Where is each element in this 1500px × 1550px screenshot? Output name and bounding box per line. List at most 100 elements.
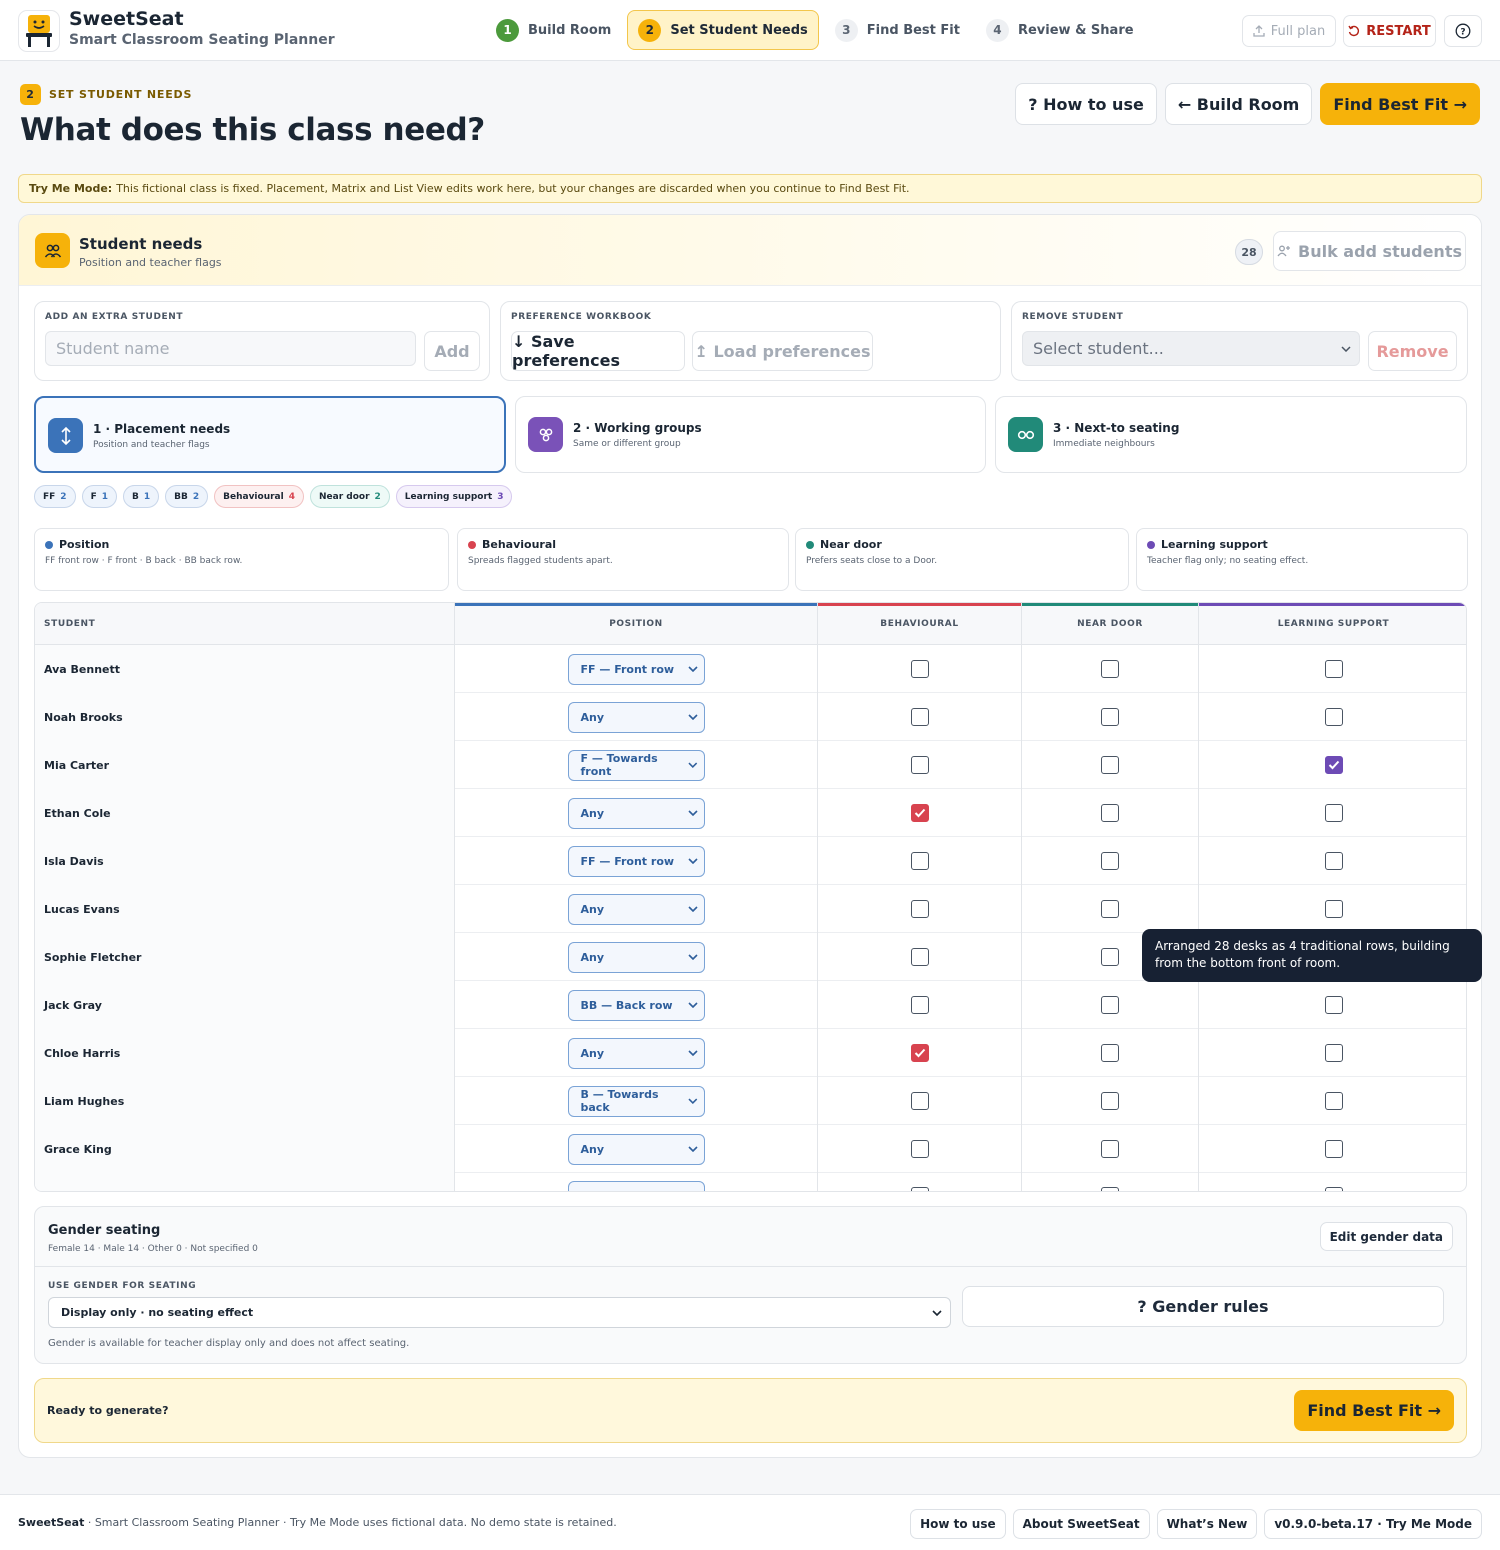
gender-mode-select[interactable]: Display only · no seating effect bbox=[48, 1297, 951, 1328]
chip-learning-support[interactable]: Learning support 3 bbox=[395, 485, 513, 508]
tab-next-to-seating[interactable]: 3 · Next-to seating Immediate neighbours bbox=[995, 396, 1467, 473]
near-door-checkbox[interactable] bbox=[1101, 948, 1119, 966]
student-name-input[interactable]: Student name bbox=[45, 331, 416, 366]
table-row: Ava Bennett FF — Front row bbox=[35, 645, 1466, 693]
learning-support-checkbox[interactable] bbox=[1324, 900, 1343, 918]
help-icon: ? bbox=[1455, 23, 1471, 39]
learning-support-checkbox[interactable] bbox=[1324, 660, 1343, 678]
student-name: Ava Bennett bbox=[35, 645, 454, 693]
step-find-best-fit[interactable]: 3 Find Best Fit bbox=[825, 10, 970, 50]
chip-ff[interactable]: FF 2 bbox=[34, 485, 76, 508]
position-select[interactable]: FF — Front row bbox=[567, 653, 705, 685]
footer-whats-new[interactable]: What’s New bbox=[1156, 1509, 1258, 1539]
arrangement-tooltip: Arranged 28 desks as 4 traditional rows,… bbox=[1142, 929, 1482, 982]
chip-near-door[interactable]: Near door 2 bbox=[309, 485, 390, 508]
chevron-down-icon bbox=[687, 810, 698, 816]
restart-button[interactable]: RESTART bbox=[1343, 15, 1436, 47]
position-select[interactable]: B — Towards back bbox=[567, 1085, 705, 1117]
near-door-checkbox[interactable] bbox=[1101, 900, 1119, 918]
behavioural-checkbox[interactable] bbox=[910, 900, 929, 918]
chip-bb[interactable]: BB 2 bbox=[165, 485, 209, 508]
chip-b[interactable]: B1 bbox=[122, 485, 160, 508]
find-best-fit-button[interactable]: Find Best Fit → bbox=[1320, 83, 1480, 125]
step-review-share[interactable]: 4 Review & Share bbox=[976, 10, 1144, 50]
student-name: Grace King bbox=[35, 1125, 454, 1173]
student-name: Sophie Fletcher bbox=[35, 933, 454, 981]
near-door-checkbox[interactable] bbox=[1101, 804, 1119, 822]
footer-how-to-use[interactable]: How to use bbox=[910, 1509, 1006, 1539]
footer-version[interactable]: v0.9.0-beta.17 · Try Me Mode bbox=[1264, 1509, 1482, 1539]
near-door-checkbox[interactable] bbox=[1101, 756, 1119, 774]
position-select[interactable]: FF — Front row bbox=[567, 845, 705, 877]
chip-behavioural[interactable]: Behavioural 4 bbox=[214, 485, 304, 508]
app-title: SweetSeat bbox=[69, 8, 184, 30]
position-select[interactable]: Any bbox=[567, 1037, 705, 1069]
table-row: Grace King Any bbox=[35, 1125, 1466, 1173]
learning-support-checkbox[interactable] bbox=[1324, 1044, 1343, 1062]
position-select[interactable]: Any bbox=[567, 701, 705, 733]
position-select[interactable]: Any bbox=[567, 797, 705, 829]
near-door-checkbox[interactable] bbox=[1101, 1044, 1119, 1062]
near-door-checkbox[interactable] bbox=[1101, 852, 1119, 870]
full-plan-button[interactable]: Full plan bbox=[1242, 15, 1336, 47]
behavioural-checkbox[interactable] bbox=[910, 1044, 929, 1062]
student-needs-card: Student needs Position and teacher flags… bbox=[18, 214, 1482, 1458]
learning-support-checkbox[interactable] bbox=[1324, 1092, 1343, 1110]
behavioural-checkbox[interactable] bbox=[910, 756, 929, 774]
behavioural-checkbox[interactable] bbox=[910, 708, 929, 726]
near-door-checkbox[interactable] bbox=[1101, 996, 1119, 1014]
near-door-checkbox[interactable] bbox=[1101, 1140, 1119, 1158]
remove-student-button[interactable]: Remove bbox=[1368, 331, 1457, 371]
svg-text:?: ? bbox=[1460, 28, 1465, 38]
learning-support-checkbox[interactable] bbox=[1324, 996, 1343, 1014]
gender-summary: Female 14 · Male 14 · Other 0 · Not spec… bbox=[48, 1244, 258, 1254]
add-users-icon bbox=[1277, 245, 1290, 257]
link-icon bbox=[1008, 417, 1043, 452]
help-button[interactable]: ? bbox=[1444, 15, 1482, 47]
learning-support-checkbox[interactable] bbox=[1324, 756, 1343, 774]
student-count-badge: 28 bbox=[1235, 239, 1263, 265]
save-preferences-button[interactable]: ↓ Save preferences bbox=[511, 331, 685, 371]
table-row: Chloe Harris Any bbox=[35, 1029, 1466, 1077]
behavioural-checkbox[interactable] bbox=[910, 804, 929, 822]
position-select[interactable]: Any bbox=[567, 941, 705, 973]
learning-support-checkbox[interactable] bbox=[1324, 1140, 1343, 1158]
upload-icon bbox=[1253, 25, 1265, 37]
position-select[interactable]: Any bbox=[567, 893, 705, 925]
behavioural-checkbox[interactable] bbox=[910, 1092, 929, 1110]
bulk-add-students-button[interactable]: Bulk add students bbox=[1273, 231, 1466, 271]
chevron-down-icon bbox=[932, 1309, 942, 1316]
how-to-use-button[interactable]: ? How to use bbox=[1015, 83, 1157, 125]
chip-f[interactable]: F1 bbox=[81, 485, 117, 508]
behavioural-checkbox[interactable] bbox=[910, 948, 929, 966]
add-student-button[interactable]: Add bbox=[424, 331, 480, 371]
find-best-fit-bottom-button[interactable]: Find Best Fit → bbox=[1294, 1390, 1454, 1431]
position-select[interactable]: Any bbox=[567, 1133, 705, 1165]
load-preferences-button[interactable]: ↥ Load preferences bbox=[692, 331, 873, 371]
footer-about[interactable]: About SweetSeat bbox=[1012, 1509, 1150, 1539]
learning-support-checkbox[interactable] bbox=[1324, 708, 1343, 726]
edit-gender-data-button[interactable]: Edit gender data bbox=[1319, 1222, 1453, 1251]
behavioural-checkbox[interactable] bbox=[910, 1140, 929, 1158]
near-door-checkbox[interactable] bbox=[1101, 1092, 1119, 1110]
position-select[interactable]: F — Towards front bbox=[567, 749, 705, 781]
behavioural-checkbox[interactable] bbox=[910, 852, 929, 870]
near-door-checkbox[interactable] bbox=[1101, 660, 1119, 678]
sweetseat-logo[interactable] bbox=[18, 10, 60, 52]
learning-support-checkbox[interactable] bbox=[1324, 852, 1343, 870]
gender-rules-button[interactable]: ? Gender rules bbox=[962, 1286, 1444, 1327]
build-room-button[interactable]: ← Build Room bbox=[1164, 83, 1313, 125]
step-build-room[interactable]: 1 Build Room bbox=[486, 10, 621, 50]
tab-working-groups[interactable]: 2 · Working groups Same or different gro… bbox=[515, 396, 986, 473]
remove-student-select[interactable]: Select student... bbox=[1022, 331, 1360, 366]
step-set-student-needs[interactable]: 2 Set Student Needs bbox=[627, 10, 819, 50]
behavioural-checkbox[interactable] bbox=[910, 660, 929, 678]
tab-placement-needs[interactable]: 1 · Placement needs Position and teacher… bbox=[34, 396, 506, 473]
near-door-checkbox[interactable] bbox=[1101, 708, 1119, 726]
learning-support-checkbox[interactable] bbox=[1324, 804, 1343, 822]
behavioural-checkbox[interactable] bbox=[910, 996, 929, 1014]
position-select[interactable]: BB — Back row bbox=[567, 989, 705, 1021]
table-row: Liam Hughes B — Towards back bbox=[35, 1077, 1466, 1125]
top-bar: SweetSeat Smart Classroom Seating Planne… bbox=[0, 0, 1500, 61]
try-me-banner: Try Me Mode: This fictional class is fix… bbox=[18, 174, 1482, 203]
